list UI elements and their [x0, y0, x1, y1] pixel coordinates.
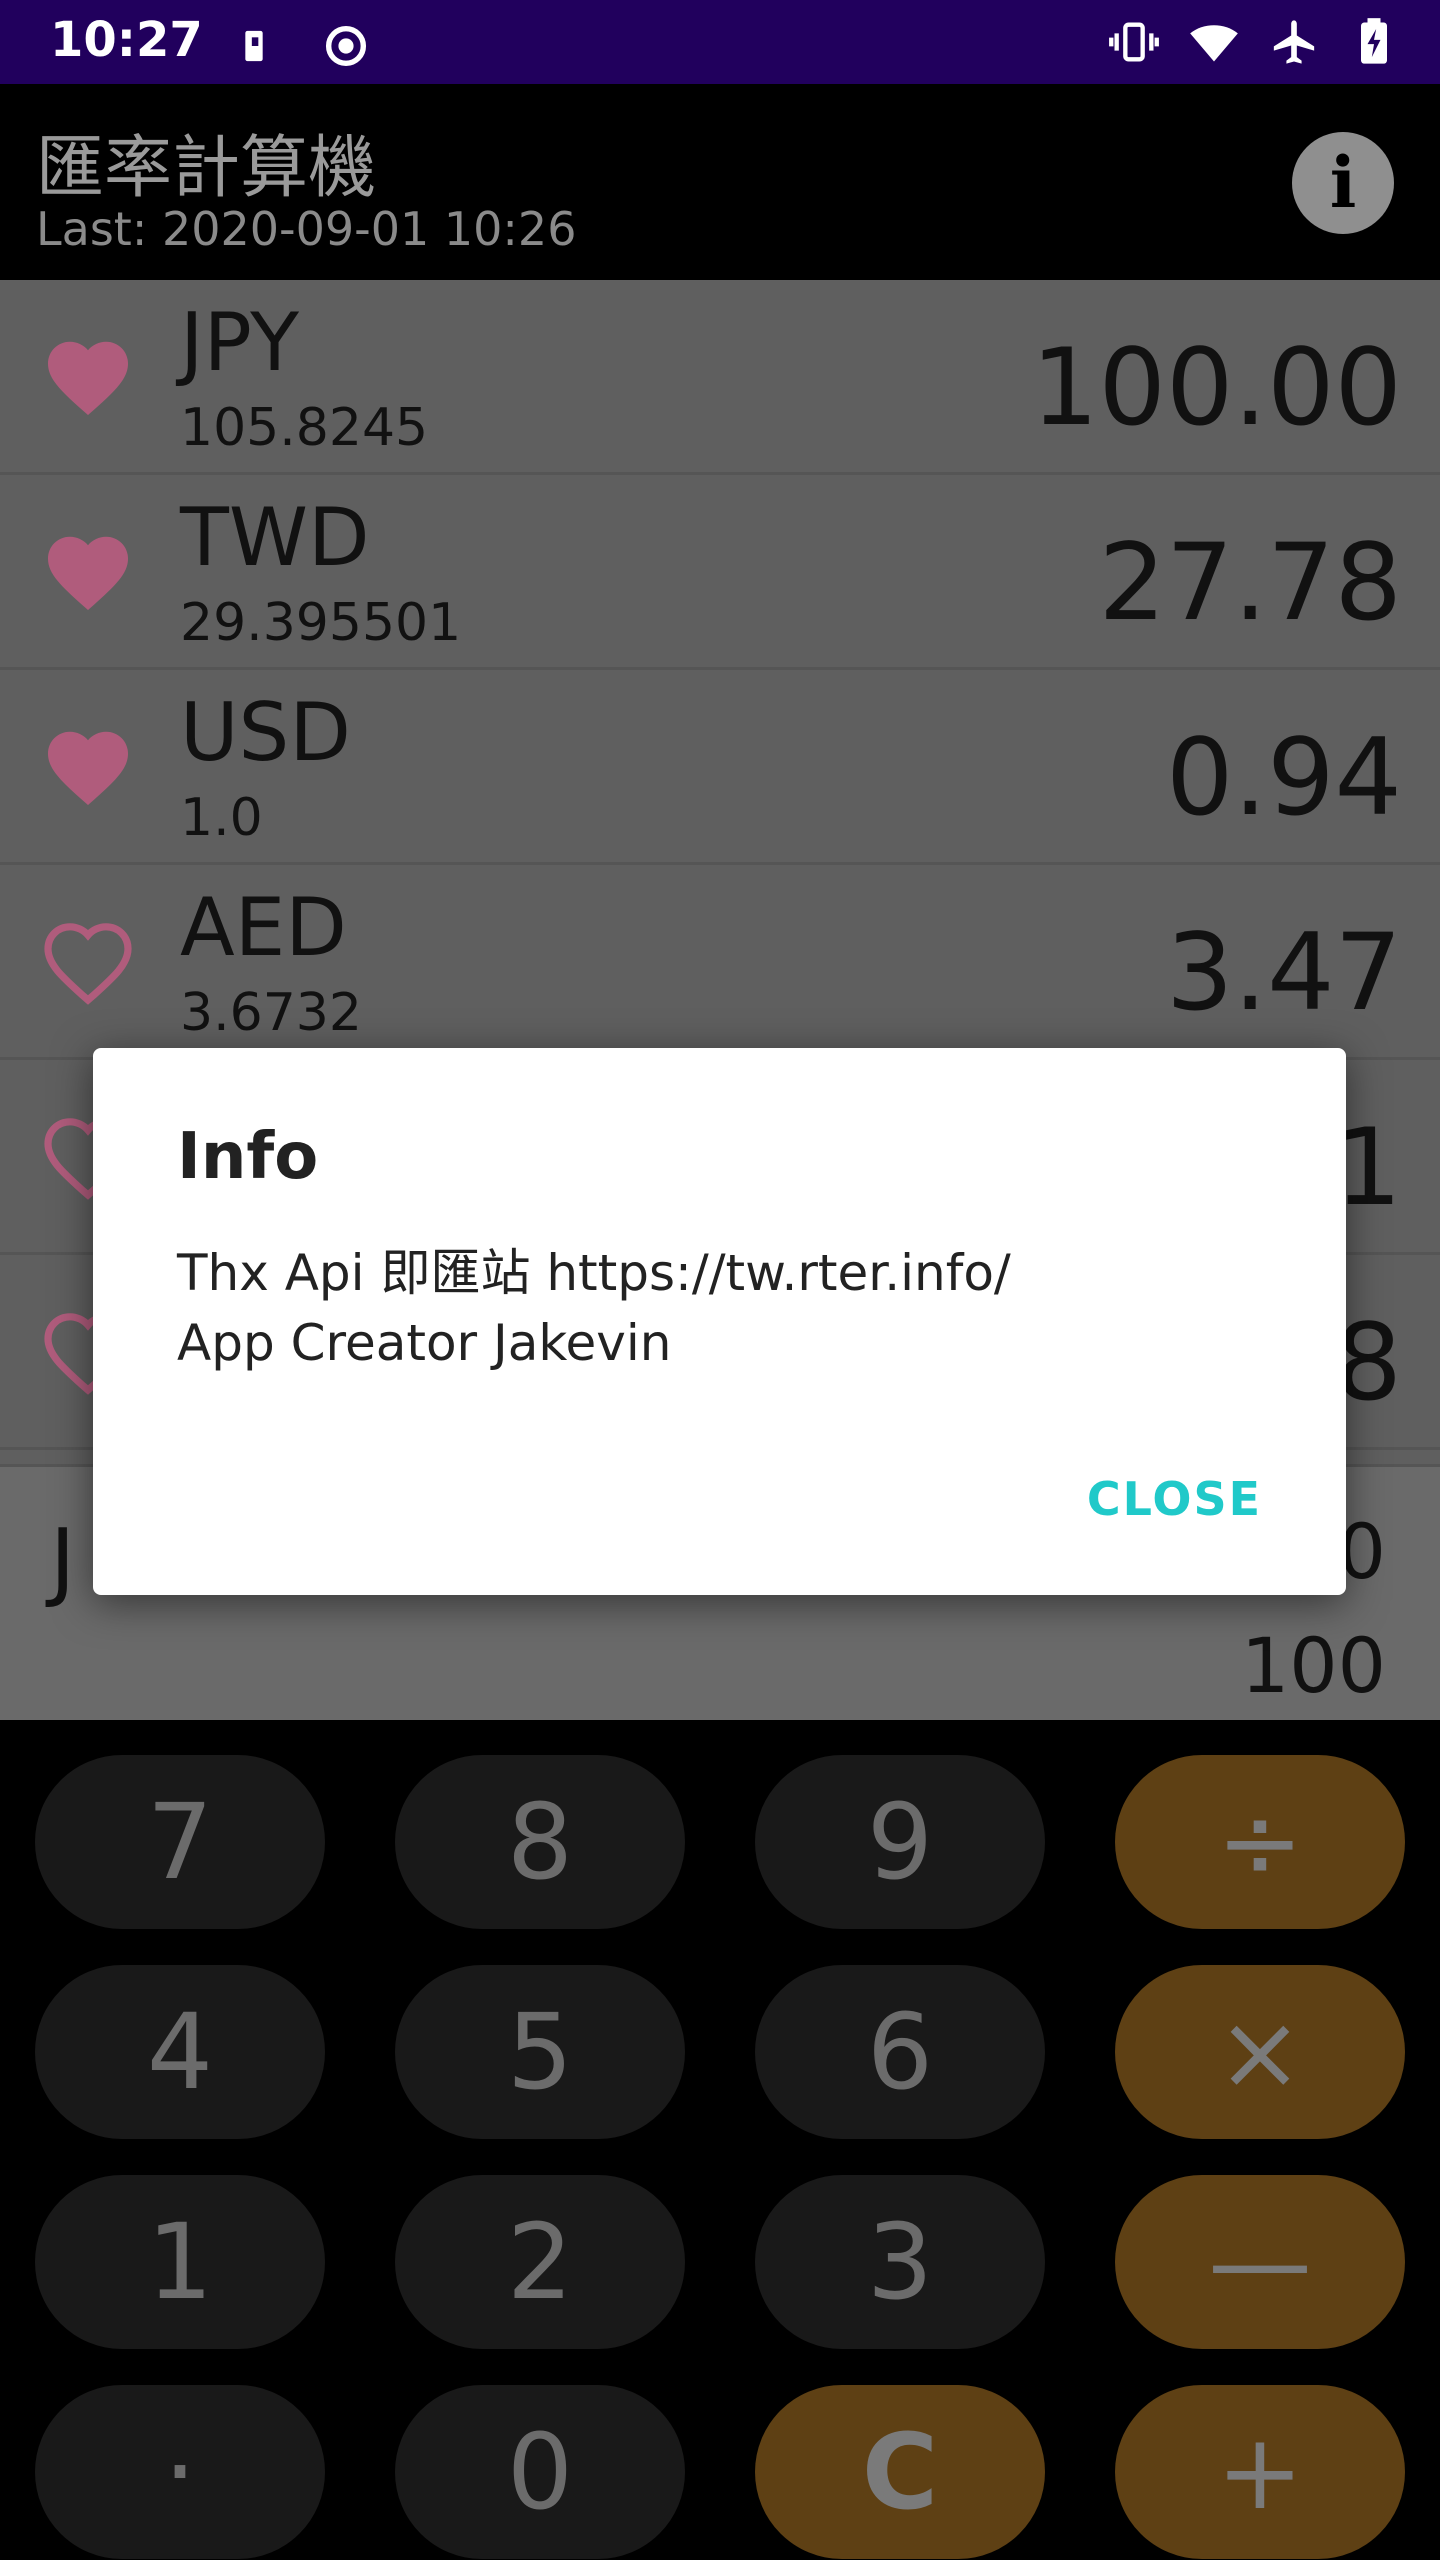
dialog-message: Thx Api 即匯站 https://tw.rter.info/App Cre…	[177, 1238, 1011, 1378]
dialog-message-line-1: Thx Api 即匯站 https://tw.rter.info/	[177, 1244, 1011, 1302]
close-button[interactable]: CLOSE	[1087, 1472, 1262, 1526]
dialog-title: Info	[177, 1120, 319, 1194]
info-dialog: Info Thx Api 即匯站 https://tw.rter.info/Ap…	[93, 1048, 1346, 1595]
dialog-message-line-2: App Creator Jakevin	[177, 1314, 672, 1372]
